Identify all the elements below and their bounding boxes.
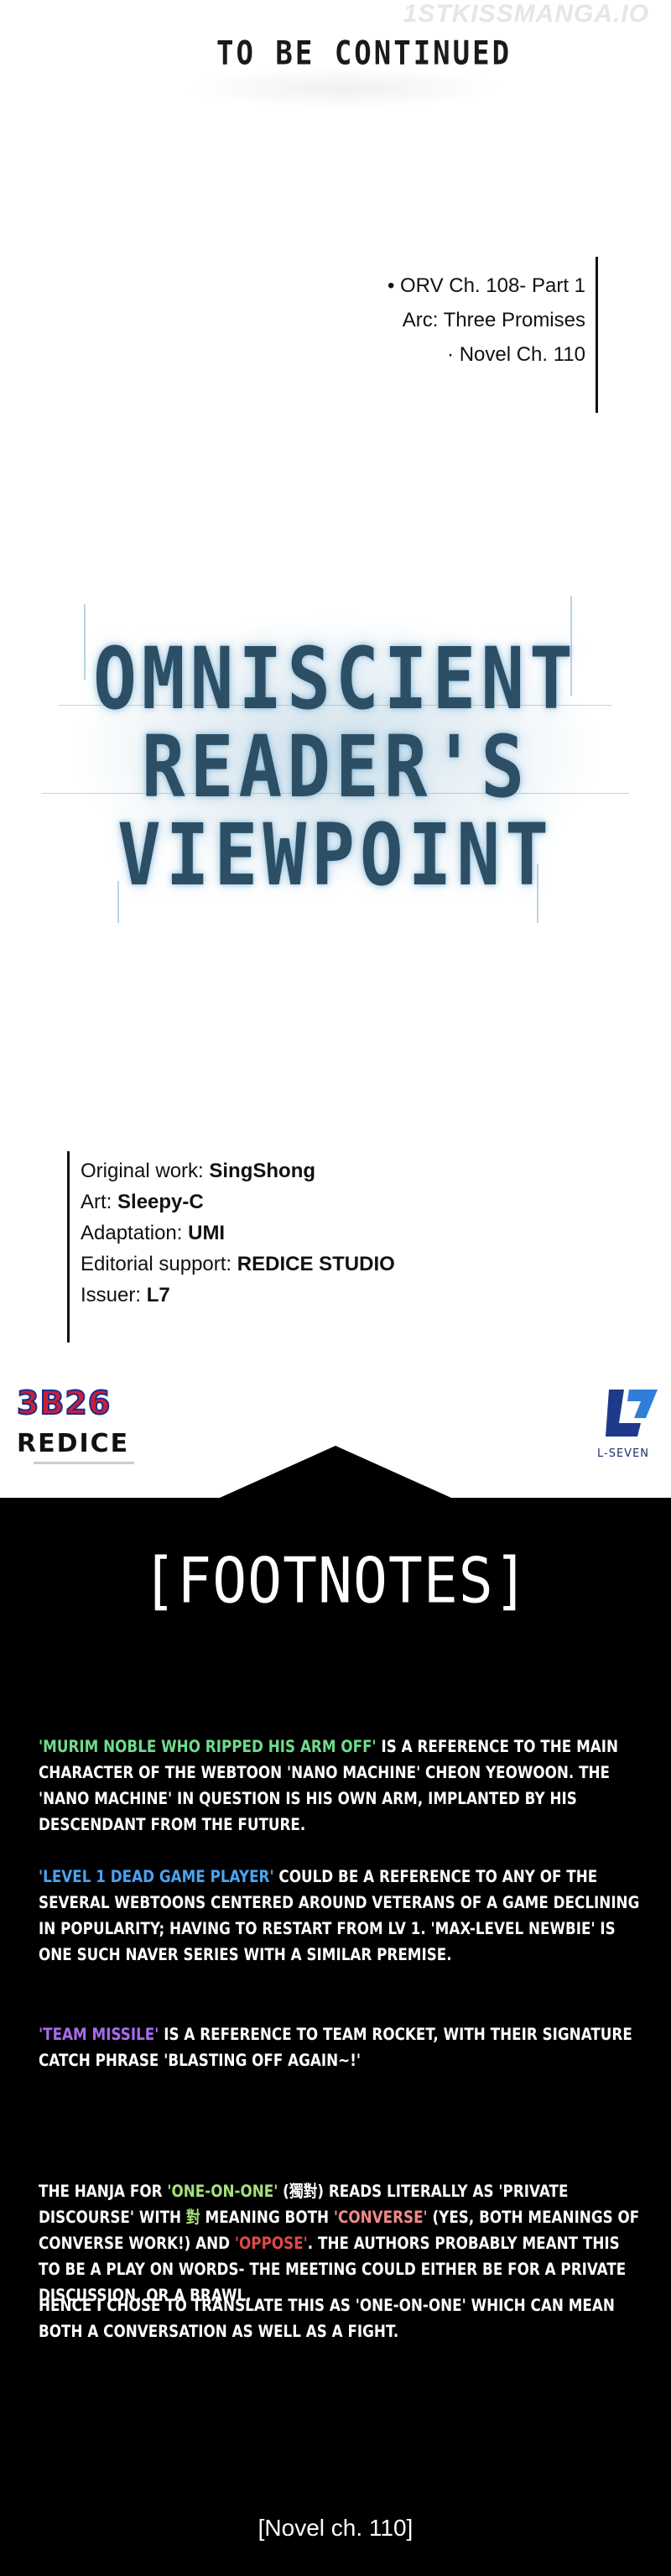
credit-label: Art:: [81, 1191, 118, 1213]
footnote-highlight: 'TEAM MISSILE': [39, 2025, 159, 2044]
logo-line: OMNISCIENT: [93, 630, 578, 729]
credit-line: Editorial support: REDICE STUDIO: [81, 1249, 395, 1280]
footnote-5: HENCE I CHOSE TO TRANSLATE THIS AS 'ONE-…: [39, 2296, 615, 2341]
credit-value: L7: [146, 1284, 170, 1306]
footnote-highlight: 'MURIM NOBLE WHO RIPPED HIS ARM OFF': [39, 1737, 377, 1756]
logo-line: VIEWPOINT: [117, 806, 554, 905]
footnote-2: 'LEVEL 1 DEAD GAME PLAYER' COULD BE A RE…: [39, 1864, 644, 1968]
chapter-info-line: • ORV Ch. 108- Part 1: [387, 274, 585, 297]
to-be-continued-text: TO BE CONTINUED: [216, 34, 512, 73]
footnote-highlight: 'OPPOSE': [234, 2234, 308, 2253]
logo-line: READER'S: [141, 718, 530, 817]
credits: Original work: SingShong Art: Sleepy-C A…: [81, 1155, 395, 1311]
credit-line: Original work: SingShong: [81, 1155, 395, 1186]
logo-redice: REDICE: [17, 1429, 130, 1458]
chapter-info-line: · Novel Ch. 110: [447, 343, 585, 366]
credits-divider: [67, 1151, 70, 1343]
credit-line: Art: Sleepy-C: [81, 1186, 395, 1218]
footnote-highlight: 'ONE-ON-ONE': [167, 2182, 278, 2201]
series-logo: OMNISCIENT READER'S VIEWPOINT: [34, 579, 637, 931]
site-watermark: 1STKISSMANGA.IO: [403, 0, 649, 28]
chapter-info-divider: [596, 257, 598, 413]
footnote-text: MEANING BOTH: [200, 2208, 334, 2227]
credit-value: SingShong: [209, 1160, 316, 1182]
credit-label: Adaptation:: [81, 1222, 189, 1244]
credit-value: REDICE STUDIO: [237, 1253, 395, 1275]
footnote-highlight: 'CONVERSE': [333, 2208, 428, 2227]
novel-chapter-reference: [Novel ch. 110]: [257, 2515, 414, 2541]
panel-notch: [220, 1446, 451, 1498]
lseven-logo-icon: [606, 1390, 658, 1437]
footnote-1: 'MURIM NOBLE WHO RIPPED HIS ARM OFF' IS …: [39, 1734, 644, 1838]
chapter-info-line: Arc: Three Promises: [402, 309, 585, 331]
logo-redice-underline: [34, 1462, 134, 1464]
credit-label: Editorial support:: [81, 1253, 237, 1275]
footnote-3: 'TEAM MISSILE' IS A REFERENCE TO TEAM RO…: [39, 2021, 644, 2073]
footnotes-title: [FOOTNOTES]: [142, 1545, 529, 1618]
credit-value: UMI: [188, 1222, 226, 1244]
tbc-shadow: [185, 67, 503, 109]
lseven-label: L-SEVEN: [597, 1447, 650, 1460]
footnote-4: THE HANJA FOR 'ONE-ON-ONE' (獨對) READS LI…: [39, 2178, 644, 2308]
footnote-highlight: 對: [185, 2208, 200, 2227]
credit-line: Issuer: L7: [81, 1280, 395, 1311]
footnote-highlight: 'LEVEL 1 DEAD GAME PLAYER': [39, 1867, 274, 1886]
footnote-text: THE HANJA FOR: [39, 2182, 168, 2201]
chapter-info: • ORV Ch. 108- Part 1 Arc: Three Promise…: [388, 269, 585, 372]
credit-line: Adaptation: UMI: [81, 1218, 395, 1249]
credit-value: Sleepy-C: [117, 1191, 204, 1213]
credit-label: Original work:: [81, 1160, 210, 1182]
credit-label: Issuer:: [81, 1284, 147, 1306]
logo-3b26: 3B26: [16, 1384, 112, 1422]
